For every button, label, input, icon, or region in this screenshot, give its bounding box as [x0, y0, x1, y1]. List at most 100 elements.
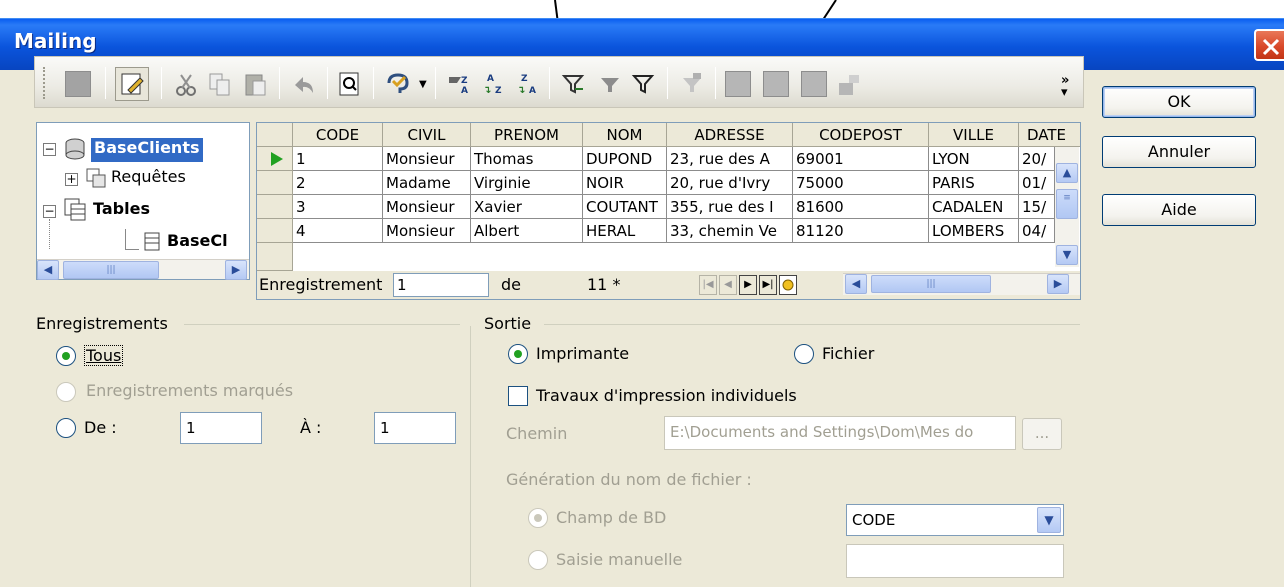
- grid-cell[interactable]: 3: [293, 195, 383, 219]
- grid-cell[interactable]: Xavier: [471, 195, 583, 219]
- grid-cell[interactable]: LYON: [929, 147, 1019, 171]
- grid-cell[interactable]: 23, rue des A: [667, 147, 793, 171]
- scroll-down-icon[interactable]: ▼: [1056, 245, 1078, 265]
- paste-icon[interactable]: [243, 71, 269, 97]
- records-from-label[interactable]: De :: [84, 418, 117, 437]
- grid-cell[interactable]: 04/: [1019, 219, 1055, 243]
- edit-data-button[interactable]: [115, 67, 149, 101]
- scroll-thumb[interactable]: |||: [871, 275, 991, 293]
- data-to-fields-icon[interactable]: [763, 71, 789, 97]
- scroll-right-icon[interactable]: ▶: [225, 260, 247, 280]
- grid-cell[interactable]: PARIS: [929, 171, 1019, 195]
- grid-cell[interactable]: Monsieur: [383, 147, 471, 171]
- previous-record-icon[interactable]: ◀: [719, 275, 737, 295]
- column-header-code[interactable]: CODE: [293, 123, 383, 147]
- grid-cell[interactable]: DUPOND: [583, 147, 667, 171]
- column-header-prenom[interactable]: PRENOM: [471, 123, 583, 147]
- sort-icon[interactable]: ZA: [447, 71, 473, 97]
- grid-cell[interactable]: NOIR: [583, 171, 667, 195]
- stop-icon[interactable]: [65, 71, 91, 97]
- next-record-icon[interactable]: ▶: [739, 275, 757, 295]
- sort-descending-icon[interactable]: Z ↴ A: [515, 71, 541, 97]
- grid-cell[interactable]: COUTANT: [583, 195, 667, 219]
- grid-cell[interactable]: 355, rue des I: [667, 195, 793, 219]
- scroll-right-icon[interactable]: ▶: [1047, 274, 1069, 294]
- tree-horizontal-scrollbar[interactable]: ◀ ||| ▶: [37, 259, 249, 280]
- new-record-icon[interactable]: [779, 275, 797, 295]
- scroll-up-icon[interactable]: ▲: [1056, 163, 1078, 183]
- column-header-codepost[interactable]: CODEPOST: [793, 123, 929, 147]
- grid-cell[interactable]: 81120: [793, 219, 929, 243]
- grid-cell[interactable]: Madame: [383, 171, 471, 195]
- scroll-thumb[interactable]: ≡: [1056, 189, 1078, 219]
- cancel-button[interactable]: Annuler: [1102, 136, 1256, 168]
- toolbar-grip[interactable]: [43, 67, 45, 99]
- data-source-icon[interactable]: [837, 71, 863, 97]
- grid-horizontal-scrollbar[interactable]: ◀ ||| ▶: [843, 273, 1080, 295]
- records-from-radio[interactable]: [56, 418, 76, 438]
- output-printer-radio[interactable]: [508, 344, 528, 364]
- grid-cell[interactable]: HERAL: [583, 219, 667, 243]
- tree-item-tables[interactable]: Tables: [93, 199, 150, 223]
- db-field-select[interactable]: CODE ▼: [846, 504, 1064, 536]
- grid-cell[interactable]: 33, chemin Ve: [667, 219, 793, 243]
- manual-entry-radio[interactable]: [528, 550, 548, 570]
- last-record-icon[interactable]: ▶|: [759, 275, 777, 295]
- row-header[interactable]: [257, 171, 293, 195]
- data-to-text-icon[interactable]: [725, 71, 751, 97]
- find-record-icon[interactable]: [337, 71, 363, 97]
- column-header-civil[interactable]: CIVIL: [383, 123, 471, 147]
- copy-icon[interactable]: [207, 71, 233, 97]
- row-header[interactable]: [257, 243, 293, 271]
- chevron-down-icon[interactable]: ▼: [1037, 507, 1061, 533]
- grid-cell[interactable]: 1: [293, 147, 383, 171]
- dropdown-arrow-icon[interactable]: ▼: [419, 79, 427, 90]
- individual-jobs-label[interactable]: Travaux d'impression individuels: [536, 386, 797, 405]
- record-number-input[interactable]: 1: [393, 273, 489, 297]
- collapse-icon[interactable]: −: [43, 205, 56, 218]
- records-all-radio[interactable]: [56, 346, 76, 366]
- remove-filter-icon[interactable]: [631, 71, 657, 97]
- grid-cell[interactable]: 81600: [793, 195, 929, 219]
- records-marked-radio[interactable]: [56, 382, 76, 402]
- help-button[interactable]: Aide: [1102, 194, 1256, 226]
- manual-entry-input[interactable]: [846, 544, 1064, 578]
- sort-ascending-icon[interactable]: A ↴ Z: [481, 71, 507, 97]
- records-all-label[interactable]: Tous: [84, 345, 124, 366]
- autofilter-icon[interactable]: [561, 71, 587, 97]
- records-to-input[interactable]: 1: [374, 412, 456, 444]
- grid-cell[interactable]: 2: [293, 171, 383, 195]
- grid-cell[interactable]: 01/: [1019, 171, 1055, 195]
- grid-cell[interactable]: 4: [293, 219, 383, 243]
- scroll-thumb[interactable]: |||: [63, 261, 159, 279]
- grid-cell[interactable]: Monsieur: [383, 219, 471, 243]
- grid-vertical-scrollbar[interactable]: ▲ ≡ ▼: [1055, 147, 1079, 267]
- grid-cell[interactable]: CADALEN: [929, 195, 1019, 219]
- individual-jobs-checkbox[interactable]: [508, 386, 528, 406]
- close-button[interactable]: [1254, 29, 1284, 61]
- grid-cell[interactable]: Virginie: [471, 171, 583, 195]
- column-header-nom[interactable]: NOM: [583, 123, 667, 147]
- grid-cell[interactable]: 20, rue d'Ivry: [667, 171, 793, 195]
- grid-cell[interactable]: Thomas: [471, 147, 583, 171]
- grid-cell[interactable]: 15/: [1019, 195, 1055, 219]
- column-header-adresse[interactable]: ADRESSE: [667, 123, 793, 147]
- grid-cell[interactable]: Albert: [471, 219, 583, 243]
- row-header[interactable]: [257, 219, 293, 243]
- grid-cell[interactable]: 20/: [1019, 147, 1055, 171]
- toolbar-overflow-icon[interactable]: » ▾: [1061, 74, 1069, 99]
- records-from-input[interactable]: 1: [180, 412, 262, 444]
- row-header[interactable]: [257, 195, 293, 219]
- apply-filter-icon[interactable]: [679, 71, 705, 97]
- grid-cell[interactable]: LOMBERS: [929, 219, 1019, 243]
- grid-cell[interactable]: 75000: [793, 171, 929, 195]
- undo-icon[interactable]: [291, 71, 317, 97]
- browse-button[interactable]: ...: [1022, 418, 1062, 450]
- standard-filter-icon[interactable]: [597, 71, 623, 97]
- db-field-radio[interactable]: [528, 508, 548, 528]
- scroll-left-icon[interactable]: ◀: [37, 260, 59, 280]
- autocorrect-icon[interactable]: [385, 71, 411, 97]
- output-file-radio[interactable]: [794, 344, 814, 364]
- mail-merge-icon[interactable]: [801, 71, 827, 97]
- row-header[interactable]: [257, 147, 293, 171]
